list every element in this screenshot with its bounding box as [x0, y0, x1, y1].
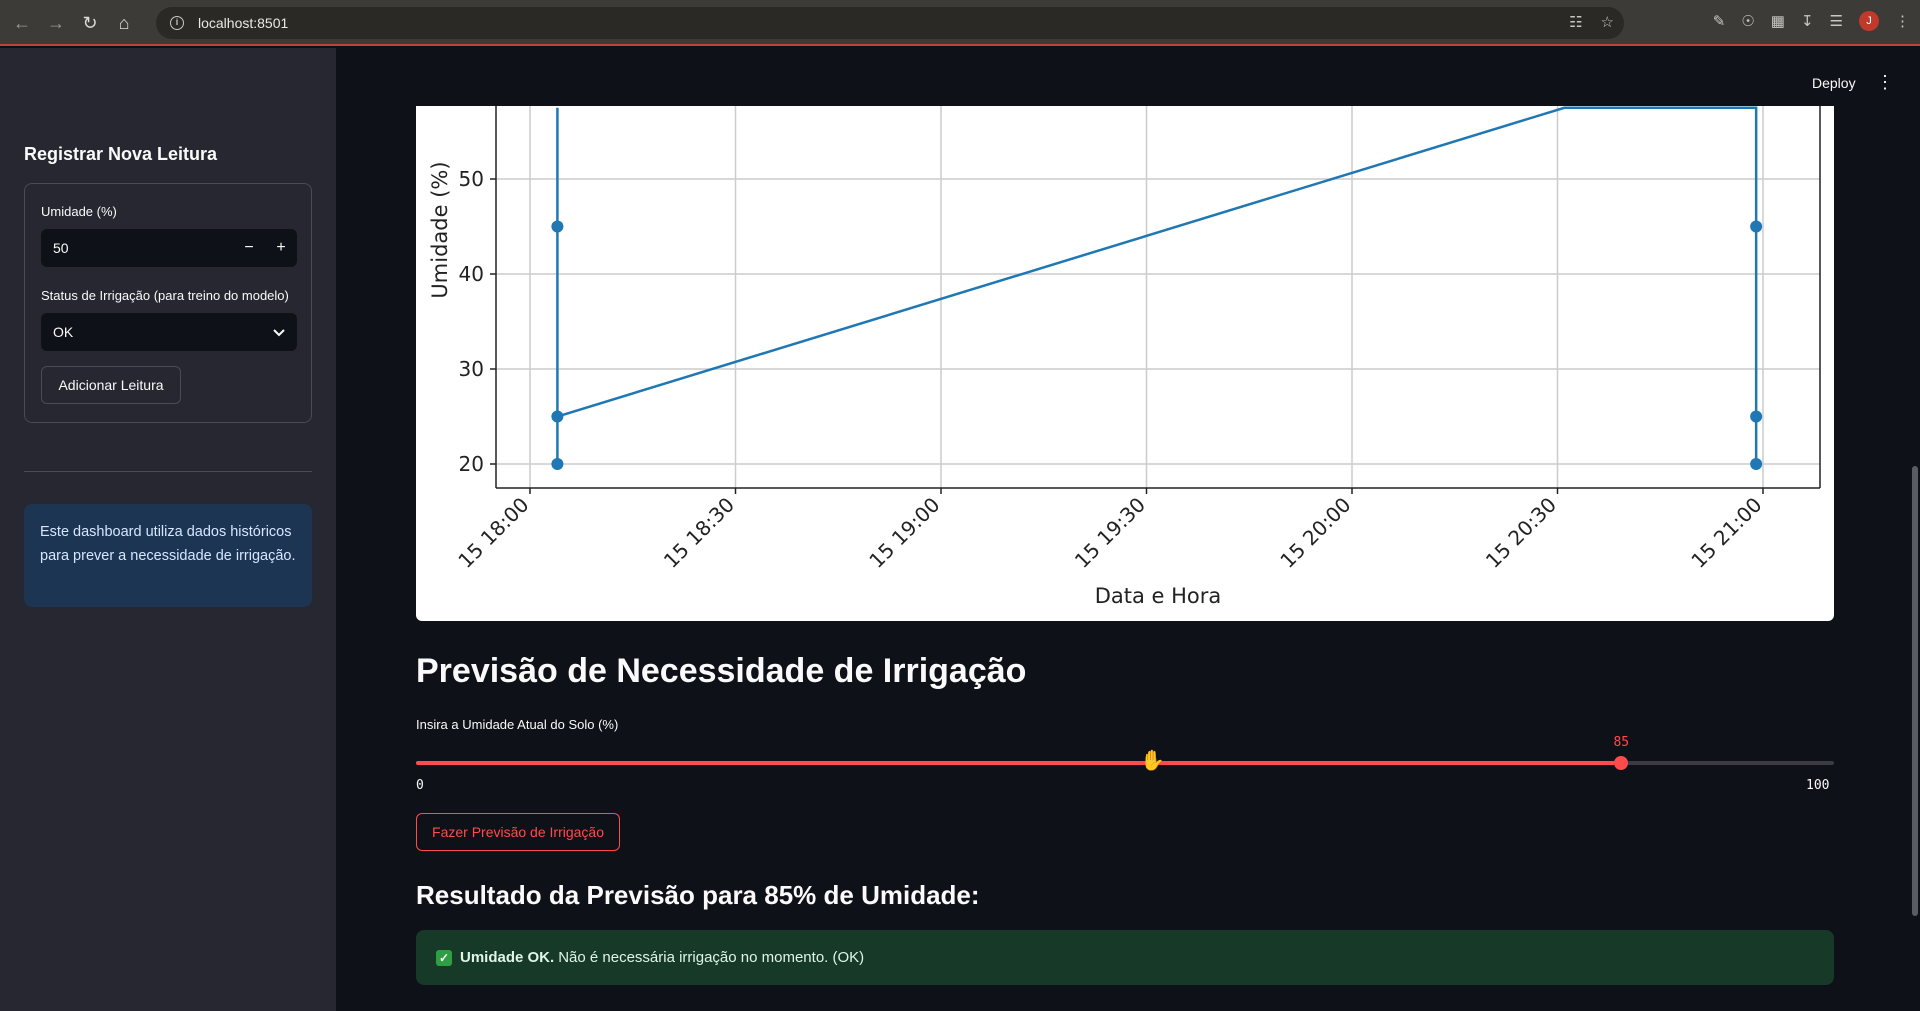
sidebar: Registrar Nova Leitura Umidade (%) 50 − … — [0, 48, 336, 1011]
hand-cursor-icon: ✋ — [1140, 750, 1165, 772]
eyedropper-icon[interactable]: ✎ — [1713, 12, 1726, 30]
y-tick-label: 30 — [459, 357, 484, 381]
slider-label: Insira a Umidade Atual do Solo (%) — [416, 717, 619, 732]
add-reading-button[interactable]: Adicionar Leitura — [41, 366, 181, 404]
toolbar-accent-line — [0, 44, 1920, 46]
data-point — [551, 458, 564, 470]
browser-toolbar: ← → ↻ ⌂ i localhost:8501 ☷ ☆ ✎ ☉ ▦ ↧ ☰ J… — [0, 0, 1920, 46]
result-bold: Umidade OK. — [460, 949, 555, 966]
info-alert: Este dashboard utiliza dados históricos … — [24, 504, 312, 607]
download-icon[interactable]: ↧ — [1801, 12, 1814, 30]
site-info-icon[interactable]: i — [170, 16, 184, 30]
main-menu-icon[interactable]: ⋮ — [1876, 72, 1894, 93]
reload-icon[interactable]: ↻ — [78, 11, 102, 35]
x-tick-label: 15 19:30 — [1070, 493, 1150, 573]
scrollbar[interactable] — [1912, 466, 1918, 916]
sidebar-title: Registrar Nova Leitura — [24, 144, 218, 164]
status-label: Status de Irrigação (para treino do mode… — [41, 288, 289, 303]
x-tick-label: 15 21:00 — [1686, 493, 1766, 573]
extensions-icon[interactable]: ▦ — [1771, 12, 1785, 30]
data-point — [551, 410, 564, 423]
humidity-label: Umidade (%) — [41, 204, 117, 219]
series-line — [556, 106, 1758, 464]
reading-form: Umidade (%) 50 − + Status de Irrigação (… — [24, 183, 312, 423]
humidity-chart: 20 30 40 50 15 18:00 15 18:30 15 19:00 15 19:30… — [416, 106, 1834, 621]
translate-icon[interactable]: ☷ — [1569, 13, 1582, 31]
result-text: Não é necessária irrigação no momento. (… — [558, 949, 865, 966]
url-text[interactable]: localhost:8501 — [198, 15, 288, 31]
address-bar[interactable]: i localhost:8501 ☷ ☆ — [156, 7, 1624, 39]
plus-icon[interactable]: + — [265, 239, 297, 257]
y-tick-label: 50 — [459, 167, 484, 191]
chevron-down-icon[interactable] — [273, 324, 285, 340]
status-select[interactable]: OK — [41, 313, 297, 351]
globe-icon[interactable]: ☉ — [1741, 12, 1754, 30]
home-icon[interactable]: ⌂ — [112, 11, 136, 35]
slider-min: 0 — [416, 778, 424, 793]
media-queue-icon[interactable]: ☰ — [1830, 12, 1843, 30]
humidity-slider[interactable]: 85 — [416, 735, 1834, 770]
y-tick-label: 20 — [459, 452, 484, 476]
status-selected-value: OK — [53, 324, 74, 340]
humidity-value[interactable]: 50 — [53, 240, 233, 256]
x-tick-label: 15 18:30 — [659, 493, 739, 573]
check-icon: ✓ — [436, 949, 452, 966]
x-tick-label: 15 19:00 — [864, 493, 944, 573]
x-tick-label: 15 20:30 — [1481, 493, 1561, 573]
profile-avatar[interactable]: J — [1859, 11, 1879, 31]
data-point — [1750, 458, 1763, 470]
deploy-button[interactable]: Deploy — [1812, 75, 1856, 91]
x-tick-label: 15 20:00 — [1275, 493, 1355, 573]
y-tick-label: 40 — [459, 262, 484, 286]
x-axis-label: Data e Hora — [1095, 584, 1222, 608]
y-axis-label: Umidade (%) — [428, 161, 452, 298]
prediction-section-title: Previsão de Necessidade de Irrigação — [416, 652, 1027, 690]
data-point — [1750, 410, 1763, 423]
minus-icon[interactable]: − — [233, 239, 265, 257]
bookmark-star-icon[interactable]: ☆ — [1601, 13, 1614, 31]
data-point — [551, 220, 564, 233]
x-tick-label: 15 18:00 — [453, 493, 533, 573]
predict-button[interactable]: Fazer Previsão de Irrigação — [416, 813, 620, 851]
slider-fill — [416, 761, 1622, 765]
slider-current-value: 85 — [1613, 735, 1630, 750]
chart-svg: 20 30 40 50 15 18:00 15 18:30 15 19:00 15 19:30… — [428, 106, 1821, 608]
sidebar-divider — [24, 471, 312, 472]
result-title: Resultado da Previsão para 85% de Umidad… — [416, 880, 980, 910]
back-icon[interactable]: ← — [10, 11, 34, 35]
slider-thumb[interactable] — [1614, 756, 1629, 770]
result-success-alert: ✓ Umidade OK. Não é necessária irrigação… — [416, 930, 1834, 985]
humidity-number-input[interactable]: 50 − + — [41, 229, 297, 267]
forward-icon[interactable]: → — [44, 11, 68, 35]
browser-menu-icon[interactable]: ⋮ — [1895, 12, 1910, 30]
data-point — [1750, 220, 1763, 233]
slider-max: 100 — [1806, 778, 1830, 793]
